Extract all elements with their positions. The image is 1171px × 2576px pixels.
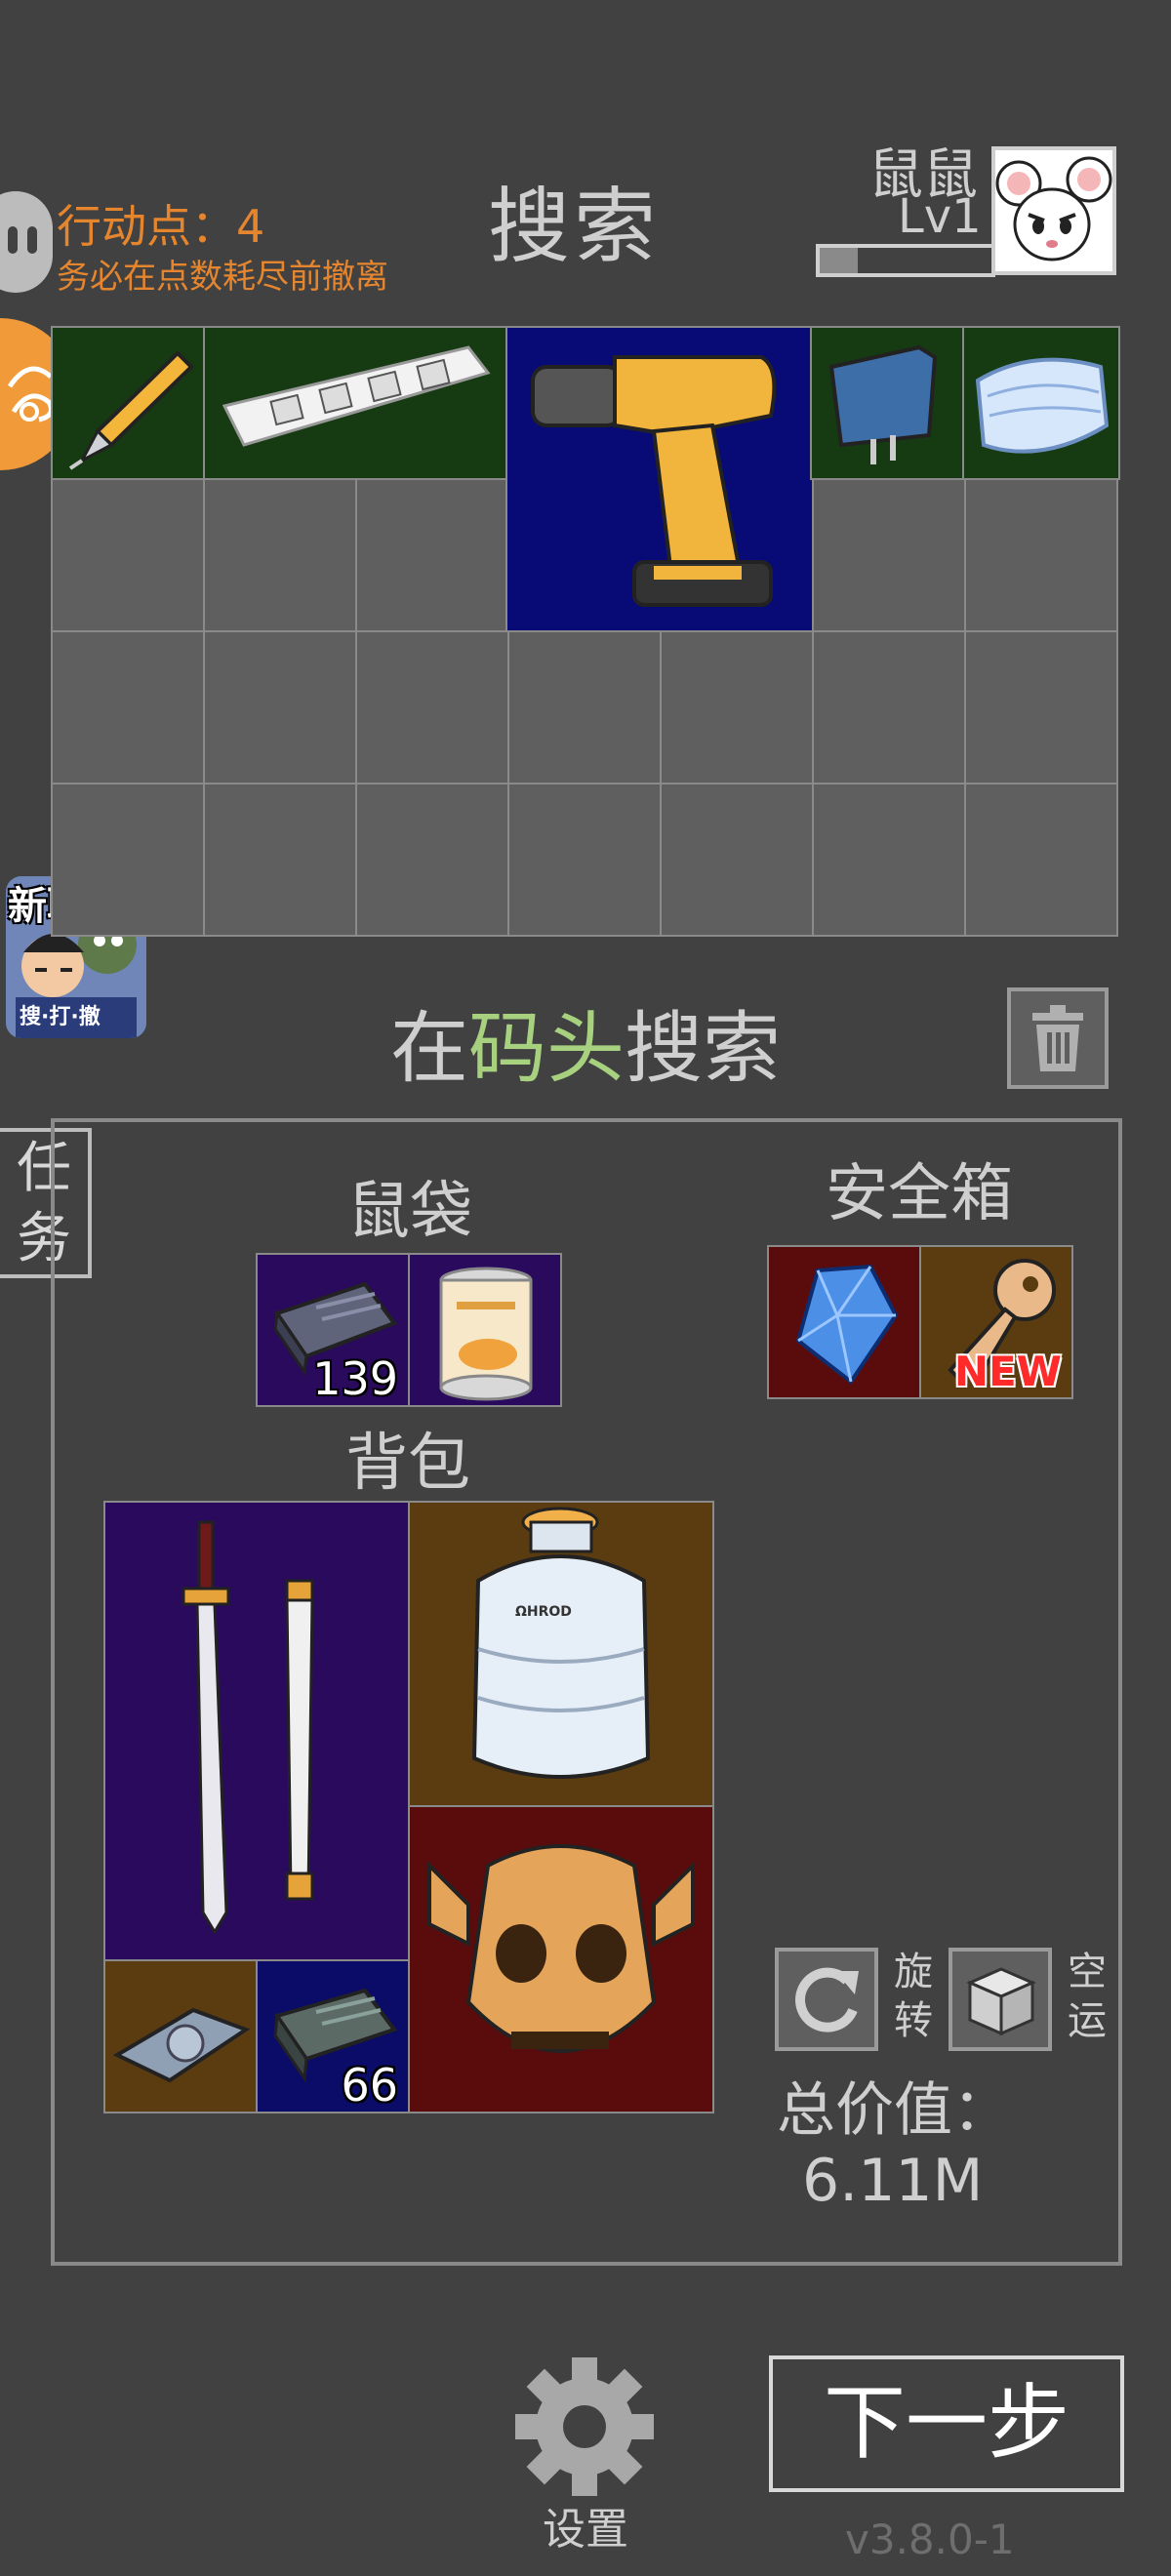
blue-gem-icon: [795, 1264, 899, 1385]
trash-icon: [1032, 1005, 1083, 1071]
settings-label: 设置: [543, 2505, 628, 2555]
backpack-label: 背包: [345, 1428, 470, 1500]
search-item-power-adapter[interactable]: [810, 326, 964, 480]
empty-grid-cell: [812, 630, 966, 785]
canned-peaches-icon: [439, 1267, 533, 1401]
backpack-item-tribal-mask[interactable]: [408, 1805, 714, 2113]
version-label: v3.8.0-1: [845, 2516, 1015, 2563]
search-grid: [51, 326, 1120, 937]
katana-icon: [182, 1520, 314, 1935]
new-badge: NEW: [953, 1348, 1062, 1395]
action-points: 行动点：4: [57, 200, 265, 253]
empty-grid-cell: [507, 630, 662, 785]
cordless-drill-icon: [531, 355, 777, 607]
backpack-item-nitrogen-tank[interactable]: ΩHROD: [408, 1501, 714, 1809]
mouse-avatar-icon: [995, 156, 1112, 262]
trash-button[interactable]: [1007, 987, 1109, 1089]
face-mask-icon: [975, 357, 1110, 454]
empty-grid-cell: [203, 478, 357, 632]
search-location: 在码头搜索: [0, 986, 1171, 1099]
power-strip-icon: [222, 345, 491, 447]
action-points-hint: 务必在点数耗尽前撤离: [57, 258, 388, 297]
settings-button[interactable]: [511, 2354, 658, 2500]
empty-grid-cell: [812, 783, 966, 937]
rotate-icon: [795, 1967, 859, 2033]
safe-item-key[interactable]: NEW: [919, 1245, 1073, 1399]
backpack-item-ammo[interactable]: 66: [256, 1959, 410, 2113]
search-item-cordless-drill[interactable]: [505, 326, 814, 632]
empty-grid-cell: [355, 783, 509, 937]
nitrogen-tank-icon: ΩHROD: [471, 1507, 651, 1779]
next-step-button[interactable]: 下一步: [769, 2355, 1124, 2492]
empty-grid-cell: [660, 783, 814, 937]
search-item-voltage-tester[interactable]: [51, 326, 205, 480]
location-name: 码头: [468, 1003, 625, 1094]
airship-button[interactable]: [949, 1948, 1052, 2051]
tank-label-text: ΩHROD: [515, 1604, 572, 1620]
rotate-label: 旋转: [894, 1950, 933, 2043]
empty-grid-cell: [51, 630, 205, 785]
empty-grid-cell: [51, 783, 205, 937]
empty-grid-cell: [355, 630, 509, 785]
backpack-item-katana[interactable]: [103, 1501, 410, 1963]
location-prefix: 在: [390, 1003, 468, 1094]
empty-grid-cell: [660, 630, 814, 785]
tribal-mask-icon: [427, 1844, 695, 2053]
location-suffix: 搜索: [625, 1003, 781, 1094]
voltage-tester-icon: [68, 350, 194, 470]
box-icon: [966, 1967, 1036, 2036]
player-level: Lv1: [898, 189, 982, 244]
ammo-count: 139: [312, 1352, 398, 1405]
empty-grid-cell: [964, 630, 1118, 785]
ammo-count: 66: [341, 2059, 398, 2112]
pouch-item-canned-food[interactable]: [408, 1253, 562, 1407]
empty-grid-cell: [507, 783, 662, 937]
safe-item-gem[interactable]: [767, 1245, 921, 1399]
search-item-power-strip[interactable]: [203, 326, 509, 480]
total-value: 6.11M: [802, 2147, 984, 2215]
total-value-label: 总价值：: [777, 2076, 1011, 2145]
airship-label: 空运: [1068, 1950, 1107, 2043]
player-avatar[interactable]: [991, 146, 1116, 275]
page-title: 搜索: [488, 179, 661, 274]
rotate-button[interactable]: [775, 1948, 878, 2051]
action-point-icon: [0, 191, 53, 293]
empty-grid-cell: [964, 783, 1118, 937]
pouch-label: 鼠袋: [347, 1176, 472, 1248]
backpack-item-hard-disk[interactable]: [103, 1959, 258, 2113]
empty-grid-cell: [812, 478, 966, 632]
safe-box-label: 安全箱: [826, 1158, 1013, 1230]
hard-disk-icon: [112, 2007, 251, 2083]
pouch-item-ammo[interactable]: 139: [256, 1253, 410, 1407]
empty-grid-cell: [51, 478, 205, 632]
power-adapter-icon: [828, 344, 938, 464]
empty-grid-cell: [203, 630, 357, 785]
empty-grid-cell: [355, 478, 509, 632]
search-item-face-mask[interactable]: [962, 326, 1120, 480]
empty-grid-cell: [203, 783, 357, 937]
gear-icon: [515, 2357, 654, 2496]
xp-bar: [816, 244, 995, 277]
empty-grid-cell: [964, 478, 1118, 632]
xp-bar-fill: [820, 248, 858, 273]
